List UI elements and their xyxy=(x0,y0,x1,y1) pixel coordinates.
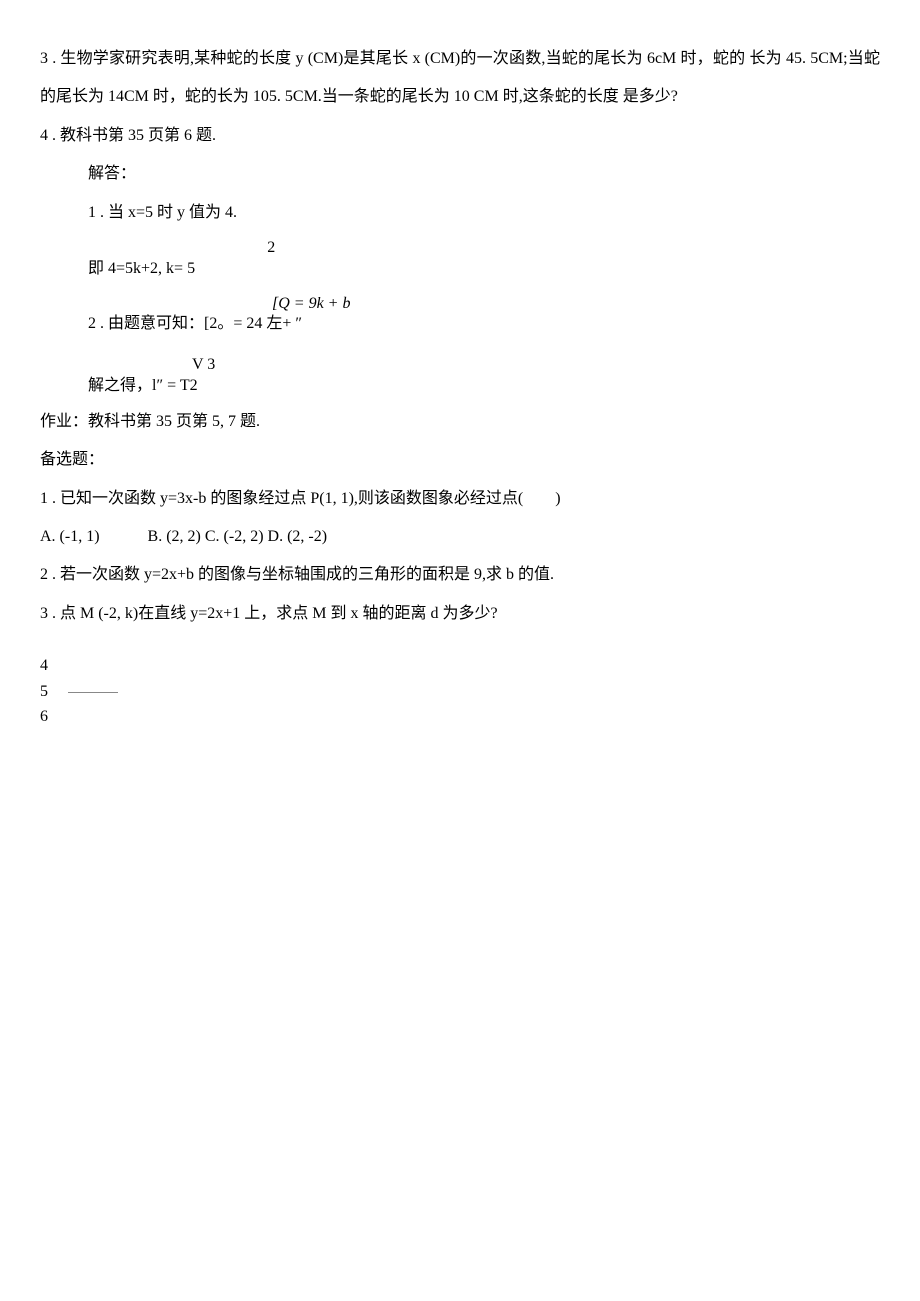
solution-upper: V 3 xyxy=(88,355,880,376)
problem-3: 3 . 生物学家研究表明,某种蛇的长度 y (CM)是其尾长 x (CM)的一次… xyxy=(40,40,880,117)
optional-q1-choices: A. (-1, 1) B. (2, 2) C. (-2, 2) D. (2, -… xyxy=(40,518,880,556)
equation-top: [Q = 9k + b xyxy=(88,294,880,315)
answer-1-equation: 2 即 4=5k+2, k= 5 xyxy=(40,238,880,280)
problem-4: 4 . 教科书第 35 页第 6 题. xyxy=(40,117,880,155)
answer-2-equation-block: [Q = 9k + b 2 . 由题意可知：[2。= 24 左+ ″ xyxy=(40,294,880,336)
equation-text: 即 4=5k+2, k= 5 xyxy=(88,259,880,280)
underline-decoration xyxy=(68,692,118,693)
solution-text: 解之得，l″ = T2 xyxy=(88,376,880,397)
optional-q1: 1 . 已知一次函数 y=3x-b 的图象经过点 P(1, 1),则该函数图象必… xyxy=(40,480,880,518)
homework: 作业：教科书第 35 页第 5, 7 题. xyxy=(40,403,880,441)
answer-2-text: 2 . 由题意可知：[2。= 24 左+ ″ xyxy=(88,314,880,335)
answer-heading: 解答： xyxy=(40,155,880,193)
list-num-4: 4 xyxy=(40,653,880,679)
list-num-5: 5 xyxy=(40,679,880,705)
list-num-6: 6 xyxy=(40,704,880,730)
solution-block: V 3 解之得，l″ = T2 xyxy=(40,355,880,397)
answer-1-line1: 1 . 当 x=5 时 y 值为 4. xyxy=(40,194,880,232)
optional-heading: 备选题： xyxy=(40,441,880,479)
optional-q3: 3 . 点 M (-2, k)在直线 y=2x+1 上，求点 M 到 x 轴的距… xyxy=(40,595,880,633)
optional-q2: 2 . 若一次函数 y=2x+b 的图像与坐标轴围成的三角形的面积是 9,求 b… xyxy=(40,556,880,594)
fraction-numerator: 2 xyxy=(88,238,880,259)
